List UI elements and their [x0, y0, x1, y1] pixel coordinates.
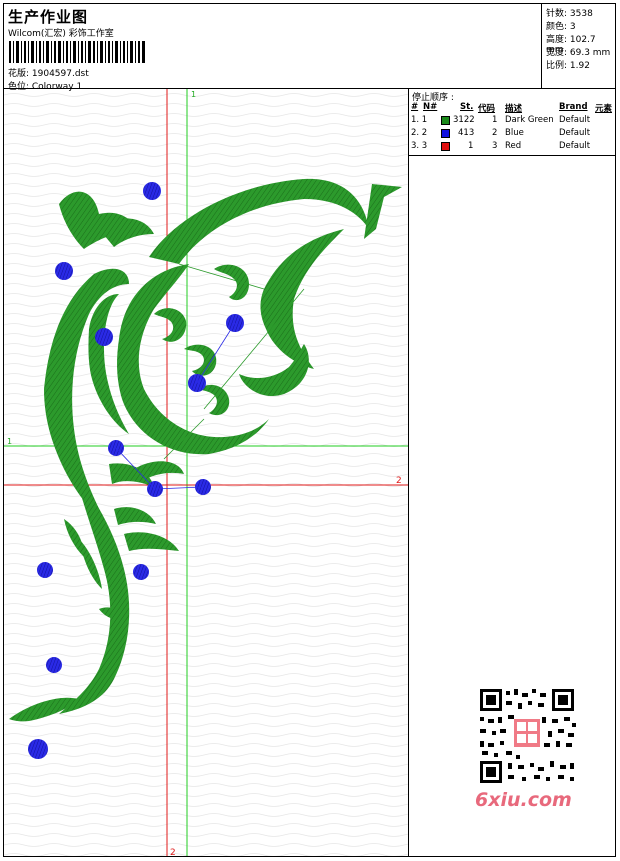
barcode	[9, 41, 145, 63]
row-brand: Default	[559, 128, 591, 138]
row-code: 2	[492, 128, 498, 138]
color-swatch-blue	[441, 129, 450, 138]
stitch-count: 针数: 3538	[546, 9, 593, 19]
watermark-site: 6xiu.com	[475, 789, 572, 811]
axis-label-2-right: 2	[396, 476, 402, 486]
column-header: 描述	[505, 104, 523, 114]
row-index: 3. 3	[411, 141, 428, 151]
column-header: #	[411, 102, 419, 112]
row-stitches: 3122	[453, 115, 475, 125]
row-index: 1. 1	[411, 115, 428, 125]
color-sequence-table: # N# St. 代码 描述 Brand 元素 1. 1 3122 1 Dark…	[409, 101, 616, 156]
column-header: Brand	[559, 102, 588, 112]
table-row: 2. 2 413 2 Blue Default	[409, 127, 616, 140]
studio-name: Wilcom(汇宏) 彩饰工作室	[8, 29, 114, 39]
row-description: Blue	[505, 128, 524, 138]
row-index: 2. 2	[411, 128, 428, 138]
header: 生产作业图 Wilcom(汇宏) 彩饰工作室 花版: 1904597.dst 色…	[4, 4, 541, 92]
page-title: 生产作业图	[8, 8, 89, 26]
axis-label-1-top: 1	[191, 90, 196, 99]
table-row: 3. 3 1 3 Red Default	[409, 140, 616, 153]
column-header: St.	[460, 102, 474, 112]
table-header-row: # N# St. 代码 描述 Brand 元素	[409, 101, 616, 114]
design-canvas: 1 1 2 2	[4, 89, 408, 856]
column-header: N#	[423, 102, 438, 112]
design-info-box: 针数: 3538 颜色: 3 高度: 102.7 mm 宽度: 69.3 mm …	[541, 4, 616, 88]
color-swatch-red	[441, 142, 450, 151]
row-brand: Default	[559, 115, 591, 125]
stop-sequence-panel: 停止顺序 : # N# St. 代码 描述 Brand 元素 1. 1 3122…	[408, 89, 616, 856]
qr-code	[472, 685, 582, 787]
axis-label-1-left: 1	[7, 437, 12, 446]
row-description: Dark Green	[505, 115, 554, 125]
embroidery-preview: 1 1 2 2	[4, 89, 408, 856]
row-description: Red	[505, 141, 522, 151]
color-count: 颜色: 3	[546, 22, 576, 32]
axis-label-2-bottom: 2	[170, 848, 176, 856]
row-brand: Default	[559, 141, 591, 151]
row-stitches: 413	[458, 128, 475, 138]
column-header: 代码	[478, 104, 496, 114]
row-stitches: 1	[468, 141, 474, 151]
design-ratio: 比例: 1.92	[546, 61, 590, 71]
column-header: 元素	[595, 104, 613, 114]
table-row: 1. 1 3122 1 Dark Green Default	[409, 114, 616, 127]
row-code: 3	[492, 141, 498, 151]
row-code: 1	[492, 115, 498, 125]
design-file: 花版: 1904597.dst	[8, 69, 89, 79]
color-swatch-green	[441, 116, 450, 125]
design-width: 宽度: 69.3 mm	[546, 48, 611, 58]
